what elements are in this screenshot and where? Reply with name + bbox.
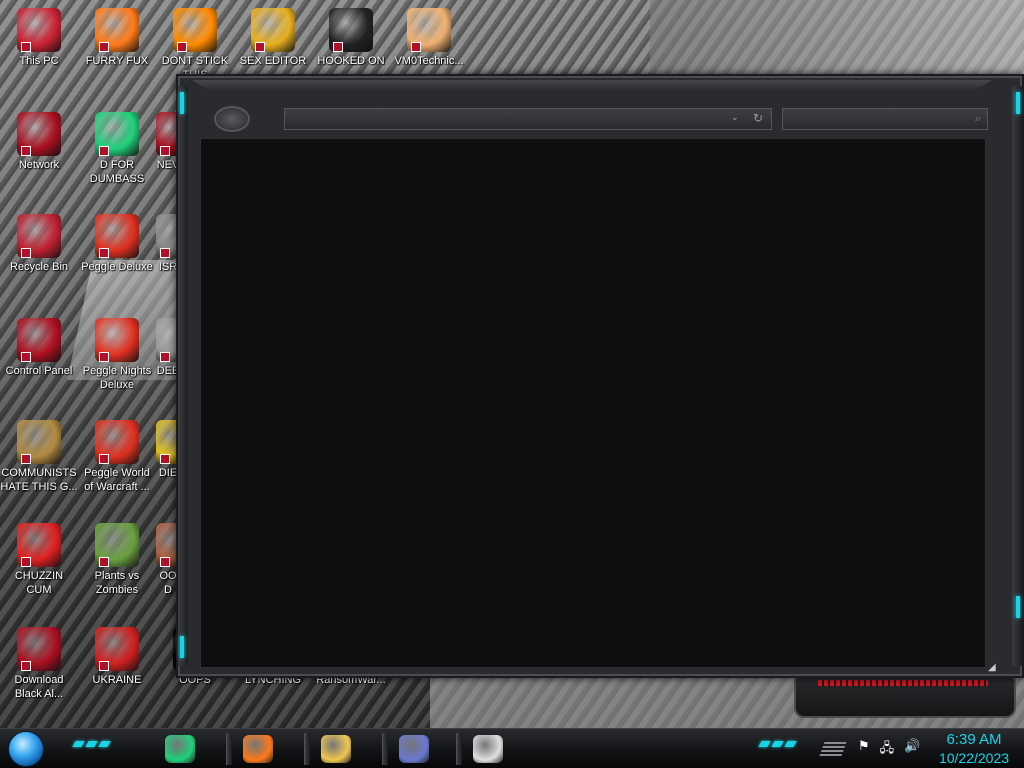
desktop-icon[interactable]: FURRY FUX bbox=[78, 8, 156, 68]
flag-icon[interactable]: ⚑ bbox=[858, 739, 870, 761]
desktop-icon-label: COMMUNISTS HATE THIS G... bbox=[0, 467, 78, 493]
desktop-icon[interactable]: Network bbox=[0, 112, 78, 172]
taskbar-firefox-button[interactable] bbox=[236, 731, 280, 767]
desktop-icon-label: CHUZZIN CUM bbox=[14, 570, 64, 596]
desktop-icon-label: Peggle World of Warcraft ... bbox=[84, 467, 150, 493]
network-orb-icon bbox=[17, 112, 61, 156]
desktop-icon[interactable]: COMMUNISTS HATE THIS G... bbox=[0, 420, 78, 494]
palette-icon bbox=[473, 735, 503, 763]
radiation-icon bbox=[95, 627, 139, 671]
money-bag-icon bbox=[17, 420, 61, 464]
desktop-icon[interactable]: D FOR DUMBASS bbox=[78, 112, 156, 186]
desktop-icon[interactable]: Peggle Deluxe bbox=[78, 214, 156, 274]
taskbar-decor-right bbox=[758, 741, 797, 747]
desktop-icon-label: Plants vs Zombies bbox=[94, 570, 140, 596]
taskbar-notes-app-button[interactable] bbox=[158, 731, 202, 767]
control-panel-icon bbox=[17, 318, 61, 362]
emblem-icon[interactable] bbox=[214, 106, 250, 132]
pvz-icon bbox=[95, 523, 139, 567]
taskbar-separator bbox=[304, 733, 310, 765]
search-input[interactable] bbox=[783, 111, 963, 131]
desktop-icon-label: Control Panel bbox=[5, 365, 73, 377]
folder-icon bbox=[321, 735, 351, 763]
taskbar-clock[interactable]: 6:39 AM 10/22/2023 bbox=[928, 729, 1020, 768]
desktop-icon-label: Download Black Al... bbox=[14, 674, 64, 700]
desktop-icon[interactable]: Plants vs Zombies bbox=[78, 523, 156, 597]
desktop-icon[interactable]: UKRAINE bbox=[78, 627, 156, 687]
desktop-icon[interactable]: VM0Technic... bbox=[390, 8, 468, 68]
taskbar: ⚑ 🖧 🔊 6:39 AM 10/22/2023 bbox=[0, 728, 1024, 768]
desktop-icon[interactable]: Peggle Nights Deluxe bbox=[78, 318, 156, 392]
desktop-icon[interactable]: Control Panel bbox=[0, 318, 78, 378]
peggle-nights-icon bbox=[95, 318, 139, 362]
search-box[interactable]: ⌕ bbox=[782, 108, 988, 131]
peggle-wow-icon bbox=[95, 420, 139, 464]
chuzzle-icon bbox=[17, 523, 61, 567]
desktop-icon-label: FURRY FUX bbox=[85, 55, 149, 67]
notes-icon bbox=[95, 112, 139, 156]
notes-icon bbox=[165, 735, 195, 763]
window-left-frame bbox=[178, 86, 188, 666]
taskbar-control-panel-button[interactable] bbox=[392, 731, 436, 767]
vlc-cone-icon bbox=[173, 8, 217, 52]
desktop-icon-label: UKRAINE bbox=[92, 674, 142, 686]
browser-window: ⌄ ↻ ⌕ ◢ bbox=[176, 74, 1024, 678]
desktop-icon[interactable]: HOOKED ON bbox=[312, 8, 390, 68]
page-content-area[interactable] bbox=[200, 138, 986, 668]
refresh-icon[interactable]: ↻ bbox=[753, 111, 763, 125]
volume-icon[interactable]: 🔊 bbox=[904, 739, 920, 761]
desktop-icon[interactable]: Download Black Al... bbox=[0, 627, 78, 701]
peggle-icon bbox=[95, 214, 139, 258]
desktop-icon-label: VM0Technic... bbox=[394, 55, 464, 67]
firefox-icon bbox=[95, 8, 139, 52]
taskbar-decor bbox=[72, 741, 111, 747]
desktop-icon[interactable]: CHUZZIN CUM bbox=[0, 523, 78, 597]
taskbar-separator bbox=[456, 733, 462, 765]
desktop-icon[interactable]: Recycle Bin bbox=[0, 214, 78, 274]
address-bar[interactable]: ⌄ ↻ bbox=[284, 108, 772, 131]
desktop-icon[interactable]: SEX EDITOR bbox=[234, 8, 312, 68]
desktop-icon[interactable]: Peggle World of Warcraft ... bbox=[78, 420, 156, 494]
window-title-frame[interactable] bbox=[192, 80, 992, 90]
search-icon[interactable]: ⌕ bbox=[975, 112, 981, 126]
firefox-icon bbox=[243, 735, 273, 763]
desktop-icon[interactable]: This PC bbox=[0, 8, 78, 68]
desktop-icon-label: Network bbox=[18, 159, 60, 171]
monitor-icon bbox=[17, 8, 61, 52]
hud-gadget bbox=[794, 672, 1016, 718]
desktop-icon-label: Recycle Bin bbox=[9, 261, 69, 273]
desktop-icon-label: SEX EDITOR bbox=[239, 55, 307, 67]
desktop-icon-label: Peggle Nights Deluxe bbox=[82, 365, 152, 391]
taskbar-separator bbox=[226, 733, 232, 765]
taskbar-file-explorer-button[interactable] bbox=[314, 731, 358, 767]
doctor-icon bbox=[407, 8, 451, 52]
window-right-frame bbox=[1012, 86, 1022, 666]
maze-icon bbox=[329, 8, 373, 52]
system-tray: ⚑ 🖧 🔊 bbox=[858, 739, 920, 761]
clock-time: 6:39 AM bbox=[946, 731, 1002, 748]
card-icon bbox=[399, 735, 429, 763]
resize-grip-icon[interactable]: ◢ bbox=[988, 662, 1000, 674]
network-orb-icon bbox=[17, 627, 61, 671]
desktop-icon[interactable]: DONT STICK THIS bbox=[156, 8, 234, 82]
taskbar-separator bbox=[382, 733, 388, 765]
start-button[interactable] bbox=[8, 731, 44, 767]
desktop-icon-label: D FOR DUMBASS bbox=[89, 159, 145, 185]
taskbar-paint-button[interactable] bbox=[466, 731, 510, 767]
show-hidden-icons-button[interactable] bbox=[819, 742, 847, 756]
desktop-icon-label: Peggle Deluxe bbox=[81, 261, 153, 273]
address-input[interactable] bbox=[285, 111, 725, 131]
clock-date: 10/22/2023 bbox=[938, 750, 1010, 766]
desktop-icon-label: This PC bbox=[19, 55, 59, 67]
network-icon[interactable]: 🖧 bbox=[880, 739, 895, 761]
hxd-icon bbox=[251, 8, 295, 52]
navigation-bar: ⌄ ↻ ⌕ bbox=[202, 102, 1002, 136]
desktop-icon-label: HOOKED ON bbox=[317, 55, 385, 67]
chevron-down-icon[interactable]: ⌄ bbox=[731, 112, 739, 123]
recycle-bin-icon bbox=[17, 214, 61, 258]
